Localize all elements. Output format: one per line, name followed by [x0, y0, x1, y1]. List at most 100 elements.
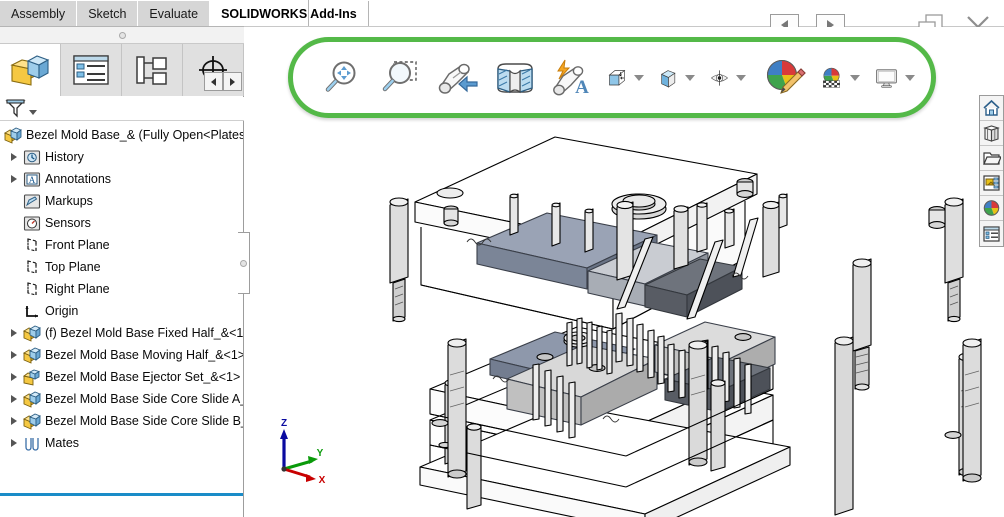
eye-icon — [710, 69, 729, 86]
expand-toggle[interactable] — [6, 153, 22, 161]
tree-item-right-plane[interactable]: Right Plane — [0, 278, 243, 300]
expand-toggle[interactable] — [6, 395, 22, 403]
tree-item-front-plane[interactable]: Front Plane — [0, 234, 243, 256]
folder-icon — [983, 152, 1001, 165]
edit-appearance-button[interactable] — [761, 55, 809, 101]
tree-item-fixed-half[interactable]: (f) Bezel Mold Base Fixed Half_&<1> — [0, 322, 243, 344]
splitter-handle-icon — [240, 259, 247, 267]
plane-icon — [22, 236, 41, 254]
configuration-manager-tab[interactable] — [122, 44, 183, 96]
zoom-to-fit-button[interactable] — [319, 55, 365, 101]
markups-icon — [22, 192, 41, 210]
tab-assembly[interactable]: Assembly — [0, 1, 78, 27]
tree-item-markups[interactable]: Markups — [0, 190, 243, 212]
previous-view-button[interactable] — [433, 55, 481, 101]
tree-item-sensors[interactable]: Sensors — [0, 212, 243, 234]
library-books-icon — [983, 125, 1000, 142]
home-icon — [983, 99, 1000, 116]
feature-tree[interactable]: Bezel Mold Base_& (Fully Open<Plates H H… — [0, 122, 243, 493]
design-library-button[interactable] — [980, 121, 1003, 146]
command-tab-bar: Assembly Sketch Evaluate SOLIDWORKS Add-… — [0, 0, 1004, 38]
telescope-lightning-a-icon: A — [553, 59, 589, 98]
custom-properties-button[interactable] — [980, 221, 1003, 246]
feature-tree-filter-row[interactable] — [0, 97, 244, 121]
right-arrow-icon — [230, 77, 235, 86]
file-explorer-button[interactable] — [980, 146, 1003, 171]
left-arrow-icon — [211, 77, 216, 86]
expand-toggle[interactable] — [6, 417, 22, 425]
tree-item-side-core-slide-a[interactable]: Bezel Mold Base Side Core Slide A_& — [0, 388, 243, 410]
feature-manager-design-tree-tab[interactable] — [0, 44, 61, 96]
assembly-icon — [3, 126, 22, 144]
tab-scroll-left-button[interactable] — [204, 72, 223, 91]
chevron-down-icon[interactable] — [736, 74, 746, 81]
expand-toggle[interactable] — [6, 175, 22, 183]
expand-toggle[interactable] — [6, 329, 22, 337]
tree-item-annotations[interactable]: A Annotations — [0, 168, 243, 190]
svg-text:A: A — [28, 175, 35, 185]
tree-item-label: Front Plane — [45, 238, 110, 252]
monitor-icon — [876, 68, 897, 88]
filter-funnel-icon — [5, 99, 26, 118]
apply-scene-button[interactable] — [820, 55, 864, 101]
panel-horizontal-splitter[interactable] — [0, 27, 244, 44]
section-view-button[interactable] — [492, 55, 538, 101]
panel-vertical-splitter[interactable] — [238, 232, 250, 294]
tree-item-top-plane[interactable]: Top Plane — [0, 256, 243, 278]
heads-up-view-toolbar: A — [288, 37, 936, 118]
solidworks-resources-button[interactable] — [980, 96, 1003, 121]
view-palette-icon — [983, 175, 1000, 191]
tab-sketch[interactable]: Sketch — [77, 1, 139, 27]
tree-root-item[interactable]: Bezel Mold Base_& (Fully Open<Plates H — [0, 124, 243, 146]
magnifier-box-icon — [382, 60, 417, 91]
feature-manager-panel: Bezel Mold Base_& (Fully Open<Plates H H… — [0, 44, 244, 517]
tree-item-mates[interactable]: Mates — [0, 432, 243, 454]
component-icon — [22, 390, 41, 408]
tree-item-moving-half[interactable]: Bezel Mold Base Moving Half_&<1> — [0, 344, 243, 366]
tree-item-label: Bezel Mold Base Ejector Set_&<1> (D — [45, 370, 243, 384]
tree-item-history[interactable]: History — [0, 146, 243, 168]
tab-solidworks-add-ins[interactable]: SOLIDWORKS Add-Ins — [210, 1, 369, 27]
zoom-to-area-button[interactable] — [376, 55, 422, 101]
tree-item-side-core-slide-b[interactable]: Bezel Mold Base Side Core Slide B_& — [0, 410, 243, 432]
component-icon — [22, 412, 41, 430]
plane-icon — [22, 280, 41, 298]
tree-item-origin[interactable]: Origin — [0, 300, 243, 322]
appearances-scenes-button[interactable] — [980, 196, 1003, 221]
property-manager-tab[interactable] — [61, 44, 122, 96]
component-icon — [22, 324, 41, 342]
hide-show-items-button[interactable] — [710, 55, 750, 101]
tab-scroll-right-button[interactable] — [223, 72, 242, 91]
expand-toggle[interactable] — [6, 373, 22, 381]
chevron-down-icon[interactable] — [905, 74, 915, 81]
telescope-back-icon — [438, 63, 478, 94]
view-settings-button[interactable] — [875, 55, 919, 101]
chevron-down-icon[interactable] — [685, 74, 695, 81]
component-icon — [22, 346, 41, 364]
chevron-down-icon[interactable] — [850, 74, 860, 81]
expand-toggle[interactable] — [6, 439, 22, 447]
view-palette-button[interactable] — [980, 171, 1003, 196]
tree-item-label: Bezel Mold Base Side Core Slide B_& — [45, 414, 243, 428]
tree-item-label: Markups — [45, 194, 93, 208]
splitter-handle-icon — [118, 31, 126, 39]
tree-item-label: Bezel Mold Base Moving Half_&<1> — [45, 348, 243, 362]
view-orientation-button[interactable] — [608, 55, 648, 101]
tree-item-label: History — [45, 150, 84, 164]
section-cylinder-icon — [497, 62, 533, 93]
expand-toggle[interactable] — [6, 351, 22, 359]
chevron-down-icon[interactable] — [29, 109, 37, 115]
feature-tree-empty-area — [0, 496, 243, 517]
tab-evaluate[interactable]: Evaluate — [138, 1, 211, 27]
property-list-icon — [73, 55, 109, 85]
triad-z-label: Z — [281, 418, 287, 429]
display-style-button[interactable] — [659, 55, 699, 101]
tree-item-ejector-set[interactable]: Bezel Mold Base Ejector Set_&<1> (D — [0, 366, 243, 388]
tree-item-label: Sensors — [45, 216, 91, 230]
chevron-down-icon[interactable] — [634, 74, 644, 81]
subassembly-icon — [22, 368, 41, 386]
tree-item-label: Right Plane — [45, 282, 110, 296]
tree-item-label: (f) Bezel Mold Base Fixed Half_&<1> — [45, 326, 243, 340]
tree-root-label: Bezel Mold Base_& (Fully Open<Plates H — [26, 128, 243, 142]
view-orientation-zoom-selection-button[interactable]: A — [549, 55, 597, 101]
